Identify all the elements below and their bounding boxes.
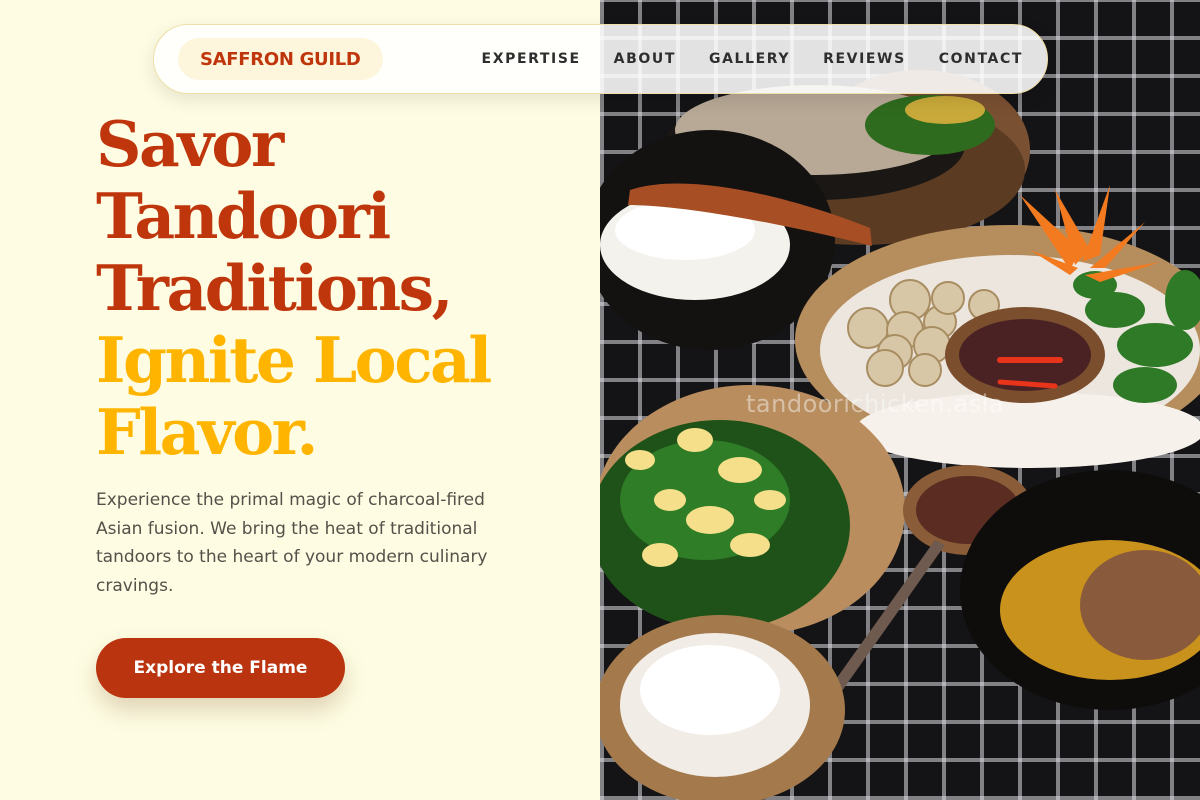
top-navbar: SAFFRON GUILD EXPERTISE ABOUT GALLERY RE… <box>153 24 1048 94</box>
nav-links: EXPERTISE ABOUT GALLERY REVIEWS CONTACT <box>482 51 1023 67</box>
nav-link-contact[interactable]: CONTACT <box>939 51 1023 67</box>
headline-line-2: Tandoori <box>96 179 391 253</box>
nav-link-gallery[interactable]: GALLERY <box>709 51 790 67</box>
explore-the-flame-button[interactable]: Explore the Flame <box>96 638 345 698</box>
nav-link-about[interactable]: ABOUT <box>614 51 676 67</box>
hero-headline: Savor Tandoori Traditions, Ignite Local … <box>96 108 596 468</box>
nav-link-reviews[interactable]: REVIEWS <box>823 51 906 67</box>
nav-link-expertise[interactable]: EXPERTISE <box>482 51 581 67</box>
headline-line-1: Savor <box>96 107 284 181</box>
headline-line-5: Flavor. <box>96 395 318 469</box>
hero-description: Experience the primal magic of charcoal-… <box>96 490 488 596</box>
headline-line-3: Traditions, <box>96 251 454 325</box>
watermark-text: tandoorichicken.asia <box>746 390 1004 418</box>
brand-logo[interactable]: SAFFRON GUILD <box>178 38 383 80</box>
headline-line-4: Ignite Local <box>96 323 492 397</box>
hero-food-photo: tandoorichicken.asia <box>600 0 1200 800</box>
